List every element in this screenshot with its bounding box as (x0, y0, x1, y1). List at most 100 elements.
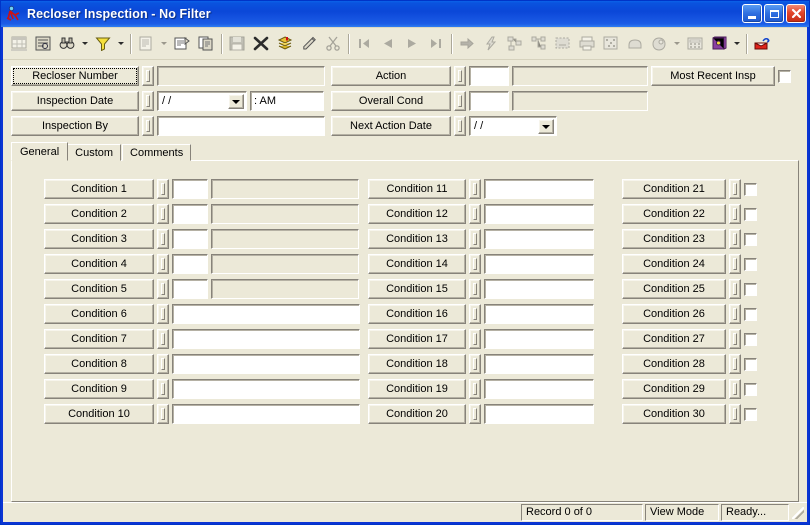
condition-12-input[interactable] (484, 204, 594, 224)
overall-cond-button[interactable]: Overall Cond (331, 91, 451, 111)
tab-custom[interactable]: Custom (67, 144, 122, 161)
most-recent-insp-button[interactable]: Most Recent Insp (651, 66, 775, 86)
condition-5-button[interactable]: Condition 5 (44, 279, 154, 299)
condition-12-spinner[interactable] (469, 204, 481, 224)
condition-6-spinner[interactable] (157, 304, 169, 324)
condition-17-spinner[interactable] (469, 329, 481, 349)
condition-29-spinner[interactable] (729, 379, 741, 399)
inspection-date-button[interactable]: Inspection Date (11, 91, 139, 111)
select-dashed-icon[interactable] (551, 32, 575, 55)
hierarchy-icon[interactable] (527, 32, 551, 55)
resize-grip[interactable] (791, 505, 805, 520)
condition-7-input[interactable] (172, 329, 360, 349)
properties-icon[interactable] (170, 32, 194, 55)
close-button[interactable] (786, 4, 806, 23)
condition-14-input[interactable] (484, 254, 594, 274)
condition-25-button[interactable]: Condition 25 (622, 279, 726, 299)
condition-23-button[interactable]: Condition 23 (622, 229, 726, 249)
condition-15-button[interactable]: Condition 15 (368, 279, 466, 299)
condition-11-input[interactable] (484, 179, 594, 199)
condition-30-spinner[interactable] (729, 404, 741, 424)
condition-25-checkbox[interactable] (744, 282, 757, 296)
most-recent-insp-checkbox[interactable] (778, 69, 791, 83)
condition-11-button[interactable]: Condition 11 (368, 179, 466, 199)
inspection-time-input[interactable]: : AM (250, 91, 324, 111)
condition-20-input[interactable] (484, 404, 594, 424)
scatter-points-icon[interactable] (599, 32, 623, 55)
condition-26-spinner[interactable] (729, 304, 741, 324)
condition-16-button[interactable]: Condition 16 (368, 304, 466, 324)
action-code-input[interactable] (469, 66, 509, 86)
save-icon[interactable] (225, 32, 249, 55)
condition-23-checkbox[interactable] (744, 232, 757, 246)
condition-5-code-input[interactable] (172, 279, 208, 299)
condition-17-button[interactable]: Condition 17 (368, 329, 466, 349)
calculator-icon[interactable] (683, 32, 707, 55)
condition-21-spinner[interactable] (729, 179, 741, 199)
condition-28-checkbox[interactable] (744, 357, 757, 371)
chevron-down-icon[interactable] (228, 94, 244, 109)
condition-8-spinner[interactable] (157, 354, 169, 374)
condition-16-input[interactable] (484, 304, 594, 324)
report-dropdown-arrow-icon[interactable] (158, 32, 170, 55)
condition-21-button[interactable]: Condition 21 (622, 179, 726, 199)
condition-9-input[interactable] (172, 379, 360, 399)
layers-stack-icon[interactable] (273, 32, 297, 55)
condition-3-button[interactable]: Condition 3 (44, 229, 154, 249)
condition-6-button[interactable]: Condition 6 (44, 304, 154, 324)
redline-flag-icon[interactable] (750, 32, 774, 55)
condition-11-spinner[interactable] (469, 179, 481, 199)
condition-19-spinner[interactable] (469, 379, 481, 399)
condition-4-code-input[interactable] (172, 254, 208, 274)
condition-17-input[interactable] (484, 329, 594, 349)
condition-3-spinner[interactable] (157, 229, 169, 249)
copy-record-icon[interactable] (194, 32, 218, 55)
condition-2-spinner[interactable] (157, 204, 169, 224)
lookup-dropdown-arrow-icon[interactable] (731, 32, 743, 55)
condition-23-spinner[interactable] (729, 229, 741, 249)
overall-cond-code-input[interactable] (469, 91, 509, 111)
next-action-date-spinner[interactable] (454, 116, 466, 136)
polygon-shape-icon[interactable] (623, 32, 647, 55)
condition-10-spinner[interactable] (157, 404, 169, 424)
cut-scissors-icon[interactable] (321, 32, 345, 55)
report-icon[interactable] (134, 32, 158, 55)
condition-16-spinner[interactable] (469, 304, 481, 324)
condition-27-checkbox[interactable] (744, 332, 757, 346)
condition-30-checkbox[interactable] (744, 407, 757, 421)
condition-21-checkbox[interactable] (744, 182, 757, 196)
goto-arrow-icon[interactable] (455, 32, 479, 55)
lookup-book-icon[interactable] (707, 32, 731, 55)
delete-x-icon[interactable] (249, 32, 273, 55)
last-record-icon[interactable] (424, 32, 448, 55)
previous-record-icon[interactable] (376, 32, 400, 55)
lightning-icon[interactable] (479, 32, 503, 55)
condition-13-input[interactable] (484, 229, 594, 249)
condition-8-input[interactable] (172, 354, 360, 374)
recloser-number-spinner[interactable] (142, 66, 154, 86)
condition-8-button[interactable]: Condition 8 (44, 354, 154, 374)
condition-1-code-input[interactable] (172, 179, 208, 199)
condition-24-button[interactable]: Condition 24 (622, 254, 726, 274)
condition-28-button[interactable]: Condition 28 (622, 354, 726, 374)
condition-29-checkbox[interactable] (744, 382, 757, 396)
condition-4-spinner[interactable] (157, 254, 169, 274)
condition-22-checkbox[interactable] (744, 207, 757, 221)
next-record-icon[interactable] (400, 32, 424, 55)
condition-2-button[interactable]: Condition 2 (44, 204, 154, 224)
condition-19-button[interactable]: Condition 19 (368, 379, 466, 399)
condition-25-spinner[interactable] (729, 279, 741, 299)
filter-dropdown-arrow-icon[interactable] (115, 32, 127, 55)
condition-12-button[interactable]: Condition 12 (368, 204, 466, 224)
condition-26-button[interactable]: Condition 26 (622, 304, 726, 324)
condition-13-spinner[interactable] (469, 229, 481, 249)
condition-4-button[interactable]: Condition 4 (44, 254, 154, 274)
condition-18-spinner[interactable] (469, 354, 481, 374)
inspection-by-input[interactable] (157, 116, 325, 136)
minimize-button[interactable] (742, 4, 762, 23)
condition-7-spinner[interactable] (157, 329, 169, 349)
next-action-date-button[interactable]: Next Action Date (331, 116, 451, 136)
edit-pencil-icon[interactable] (297, 32, 321, 55)
inspection-by-button[interactable]: Inspection By (11, 116, 139, 136)
condition-20-button[interactable]: Condition 20 (368, 404, 466, 424)
